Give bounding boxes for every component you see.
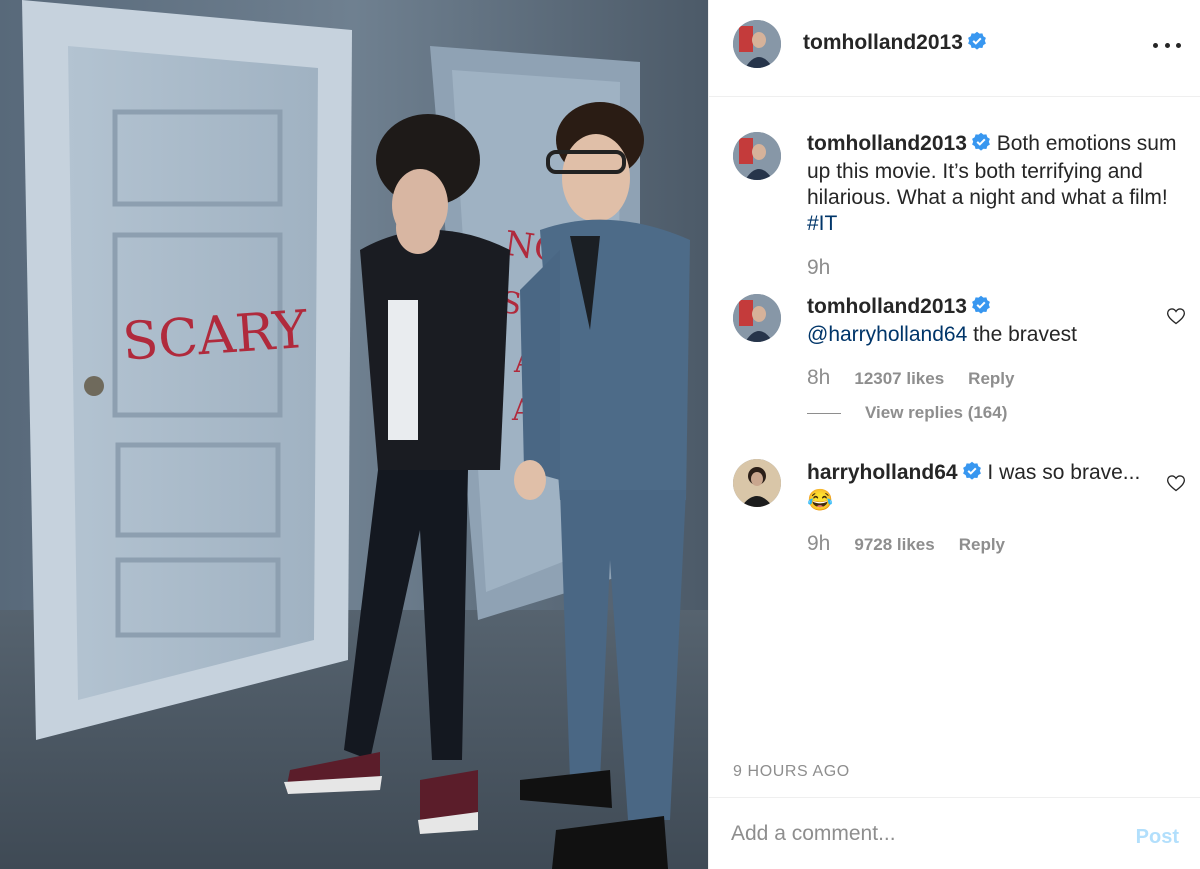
caption-username[interactable]: tomholland2013 (807, 132, 967, 155)
post-header: tomholland2013 (709, 0, 1200, 97)
post-photo[interactable]: SCARY NOT SCARY AT ALL (0, 0, 708, 869)
comment-likes[interactable]: 9728 likes (854, 535, 934, 555)
comment-composer: Post (709, 797, 1200, 869)
comment-timestamp[interactable]: 8h (807, 366, 830, 390)
avatar-image (733, 20, 781, 68)
replies-divider-line (807, 412, 841, 414)
reply-button[interactable]: Reply (968, 369, 1014, 389)
comment-username[interactable]: tomholland2013 (807, 295, 967, 318)
verified-badge-icon (971, 132, 991, 159)
post-caption: tomholland2013 Both emotions sum up this… (807, 131, 1187, 237)
photo-illustration: SCARY NOT SCARY AT ALL (0, 0, 708, 869)
comment-input[interactable] (731, 818, 1091, 850)
verified-badge-icon (971, 295, 991, 322)
comment-likes[interactable]: 12307 likes (854, 369, 944, 389)
comment-meta: 8h 12307 likes Reply (807, 366, 1014, 390)
header-username-text[interactable]: tomholland2013 (803, 31, 963, 54)
header-username[interactable]: tomholland2013 (803, 31, 987, 57)
posted-time[interactable]: 9 HOURS AGO (733, 763, 850, 781)
heart-outline-icon[interactable] (1166, 473, 1186, 493)
view-replies-button[interactable]: View replies (164) (807, 403, 1007, 423)
comment-timestamp[interactable]: 9h (807, 532, 830, 556)
verified-badge-icon (967, 31, 987, 57)
comment-text: the bravest (973, 323, 1077, 346)
avatar-image (733, 459, 781, 507)
post-comment-button[interactable]: Post (1136, 826, 1179, 849)
comment-avatar[interactable] (733, 294, 781, 342)
comment-avatar[interactable] (733, 459, 781, 507)
comment-meta: 9h 9728 likes Reply (807, 532, 1005, 556)
comment-username[interactable]: harryholland64 (807, 461, 958, 484)
post-sidebar: tomholland2013 tomholland2013 Both emoti… (708, 0, 1200, 869)
author-avatar[interactable] (733, 20, 781, 68)
caption-hashtag-link[interactable]: #IT (807, 212, 837, 235)
comment-mention-link[interactable]: @harryholland64 (807, 323, 967, 346)
caption-meta: 9h (807, 256, 830, 280)
avatar-image (733, 132, 781, 180)
caption-timestamp[interactable]: 9h (807, 256, 830, 280)
more-options-icon[interactable] (1153, 35, 1181, 55)
verified-badge-icon (962, 461, 982, 488)
heart-outline-icon[interactable] (1166, 306, 1186, 326)
view-replies-label: View replies (164) (865, 403, 1008, 422)
comment-item: harryholland64 I was so brave... 😂 (807, 460, 1157, 514)
avatar-image (733, 294, 781, 342)
reply-button[interactable]: Reply (959, 535, 1005, 555)
comment-item: tomholland2013 @harryholland64 the brave… (807, 294, 1157, 348)
caption-avatar[interactable] (733, 132, 781, 180)
